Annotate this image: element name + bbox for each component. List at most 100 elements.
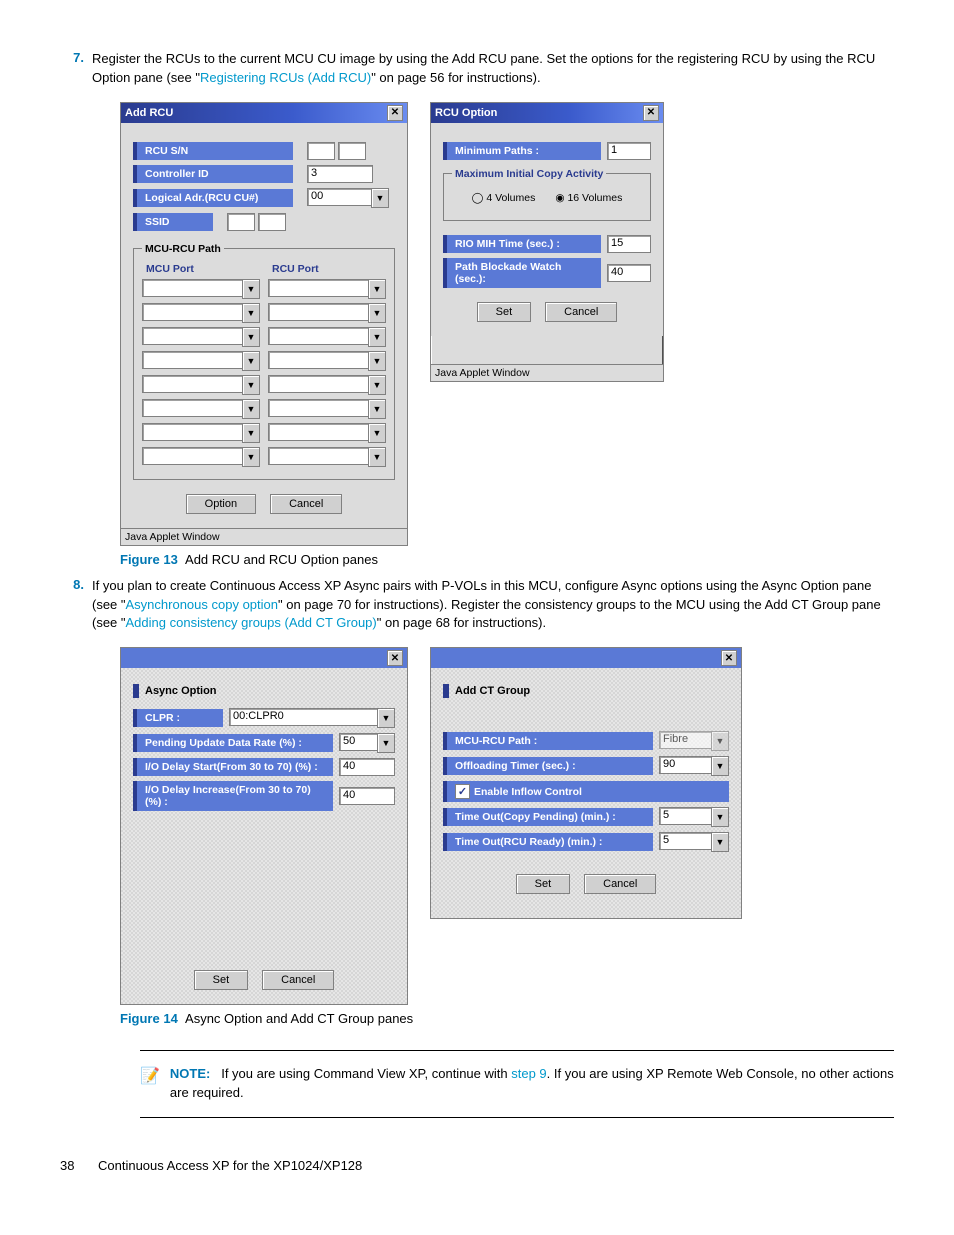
chevron-down-icon[interactable]: ▼ [711, 807, 729, 827]
rcu-sn-input[interactable] [307, 142, 366, 160]
controller-id-input[interactable]: 3 [307, 165, 373, 183]
close-icon[interactable]: ✕ [387, 105, 403, 121]
mcu-port-select[interactable]: ▼ [142, 303, 260, 323]
text: If you are using Command View XP, contin… [221, 1066, 511, 1081]
rcu-option-dialog: RCU Option ✕ Minimum Paths : 1 Maximum I… [430, 102, 664, 382]
mcu-port-select[interactable]: ▼ [142, 279, 260, 299]
checkbox-icon[interactable]: ✓ [455, 784, 470, 799]
set-button[interactable]: Set [194, 970, 249, 990]
step-text: If you plan to create Continuous Access … [92, 577, 894, 634]
label-logical-adr: Logical Adr.(RCU CU#) [133, 189, 293, 207]
mcu-port-select[interactable]: ▼ [142, 327, 260, 347]
delay-increase-input[interactable]: 40 [339, 787, 395, 805]
label-rio-mih: RIO MIH Time (sec.) : [443, 235, 601, 253]
ssid-input[interactable] [227, 213, 286, 231]
rcu-port-select[interactable]: ▼ [268, 399, 386, 419]
chevron-down-icon[interactable]: ▼ [242, 423, 260, 443]
cancel-button[interactable]: Cancel [584, 874, 656, 894]
rcu-port-select[interactable]: ▼ [268, 327, 386, 347]
link-async-copy-option[interactable]: Asynchronous copy option [126, 597, 278, 612]
label-delay-increase: I/O Delay Increase(From 30 to 70) (%) : [133, 781, 333, 811]
offloading-timer-select[interactable]: 90 ▼ [659, 756, 729, 776]
chevron-down-icon[interactable]: ▼ [242, 279, 260, 299]
chevron-down-icon[interactable]: ▼ [242, 351, 260, 371]
radio-16-volumes[interactable]: ◉ 16 Volumes [555, 192, 622, 204]
set-button[interactable]: Set [477, 302, 532, 322]
close-icon[interactable]: ✕ [721, 650, 737, 666]
rcu-port-select[interactable]: ▼ [268, 375, 386, 395]
option-button[interactable]: Option [186, 494, 256, 514]
mcu-port-select[interactable]: ▼ [142, 351, 260, 371]
chevron-down-icon[interactable]: ▼ [711, 756, 729, 776]
clpr-select[interactable]: 00:CLPR0 ▼ [229, 708, 395, 728]
select-value [142, 399, 242, 417]
pending-rate-select[interactable]: 50 ▼ [339, 733, 395, 753]
chevron-down-icon[interactable]: ▼ [368, 279, 386, 299]
link-registering-rcus[interactable]: Registering RCUs (Add RCU) [200, 70, 371, 85]
link-adding-ct-group[interactable]: Adding consistency groups (Add CT Group) [126, 615, 377, 630]
select-value [142, 327, 242, 345]
radio-4-volumes[interactable]: ◯ 4 Volumes [472, 192, 536, 204]
timeout-copy-pending-select[interactable]: 5 ▼ [659, 807, 729, 827]
label-path-blockade: Path Blockade Watch (sec.): [443, 258, 601, 288]
mcu-port-select[interactable]: ▼ [142, 375, 260, 395]
rcu-port-select[interactable]: ▼ [268, 279, 386, 299]
chevron-down-icon[interactable]: ▼ [368, 327, 386, 347]
chevron-down-icon[interactable]: ▼ [368, 399, 386, 419]
chevron-down-icon[interactable]: ▼ [368, 375, 386, 395]
select-value: 90 [659, 756, 711, 774]
select-value [268, 447, 368, 465]
label-enable-inflow[interactable]: ✓ Enable Inflow Control [443, 781, 729, 802]
chevron-down-icon[interactable]: ▼ [242, 327, 260, 347]
mcu-rcu-path-select[interactable]: Fibre ▼ [659, 731, 729, 751]
dialog-titlebar: ✕ [431, 648, 741, 668]
rcu-port-select[interactable]: ▼ [268, 423, 386, 443]
select-value [268, 375, 368, 393]
rcu-port-select[interactable]: ▼ [268, 351, 386, 371]
delay-start-input[interactable]: 40 [339, 758, 395, 776]
cancel-button[interactable]: Cancel [545, 302, 617, 322]
radio-label: 16 Volumes [567, 192, 622, 204]
chevron-down-icon[interactable]: ▼ [368, 303, 386, 323]
select-value [142, 447, 242, 465]
rio-mih-input[interactable]: 15 [607, 235, 651, 253]
chevron-down-icon[interactable]: ▼ [242, 375, 260, 395]
chevron-down-icon[interactable]: ▼ [242, 447, 260, 467]
cancel-button[interactable]: Cancel [262, 970, 334, 990]
label-offloading-timer: Offloading Timer (sec.) : [443, 757, 653, 775]
rcu-port-select[interactable]: ▼ [268, 303, 386, 323]
select-value [142, 303, 242, 321]
chevron-down-icon[interactable]: ▼ [368, 447, 386, 467]
legend: MCU-RCU Path [142, 243, 224, 255]
mcu-port-select[interactable]: ▼ [142, 423, 260, 443]
cancel-button[interactable]: Cancel [270, 494, 342, 514]
chevron-down-icon[interactable]: ▼ [377, 733, 395, 753]
close-icon[interactable]: ✕ [387, 650, 403, 666]
note-icon: 📝 [140, 1065, 160, 1088]
note-label: NOTE: [170, 1066, 210, 1081]
chevron-down-icon[interactable]: ▼ [377, 708, 395, 728]
figure-13-caption: Figure 13 Add RCU and RCU Option panes [120, 552, 894, 567]
link-step-9[interactable]: step 9 [511, 1066, 546, 1081]
chevron-down-icon[interactable]: ▼ [371, 188, 389, 208]
rcu-port-select[interactable]: ▼ [268, 447, 386, 467]
chevron-down-icon[interactable]: ▼ [711, 832, 729, 852]
chevron-down-icon[interactable]: ▼ [368, 423, 386, 443]
chevron-down-icon[interactable]: ▼ [711, 731, 729, 751]
figure-14-caption: Figure 14 Async Option and Add CT Group … [120, 1011, 894, 1026]
mcu-port-select[interactable]: ▼ [142, 447, 260, 467]
add-ct-group-dialog: ✕ Add CT Group MCU-RCU Path : Fibre ▼ Of… [430, 647, 742, 919]
set-button[interactable]: Set [516, 874, 571, 894]
path-blockade-input[interactable]: 40 [607, 264, 651, 282]
logical-adr-select[interactable]: 00 ▼ [307, 188, 389, 208]
timeout-rcu-ready-select[interactable]: 5 ▼ [659, 832, 729, 852]
close-icon[interactable]: ✕ [643, 105, 659, 121]
min-paths-input[interactable]: 1 [607, 142, 651, 160]
chevron-down-icon[interactable]: ▼ [368, 351, 386, 371]
label-delay-start: I/O Delay Start(From 30 to 70) (%) : [133, 758, 333, 776]
chevron-down-icon[interactable]: ▼ [242, 303, 260, 323]
chevron-down-icon[interactable]: ▼ [242, 399, 260, 419]
note-text: NOTE: If you are using Command View XP, … [170, 1065, 894, 1103]
mcu-port-select[interactable]: ▼ [142, 399, 260, 419]
select-value [268, 351, 368, 369]
